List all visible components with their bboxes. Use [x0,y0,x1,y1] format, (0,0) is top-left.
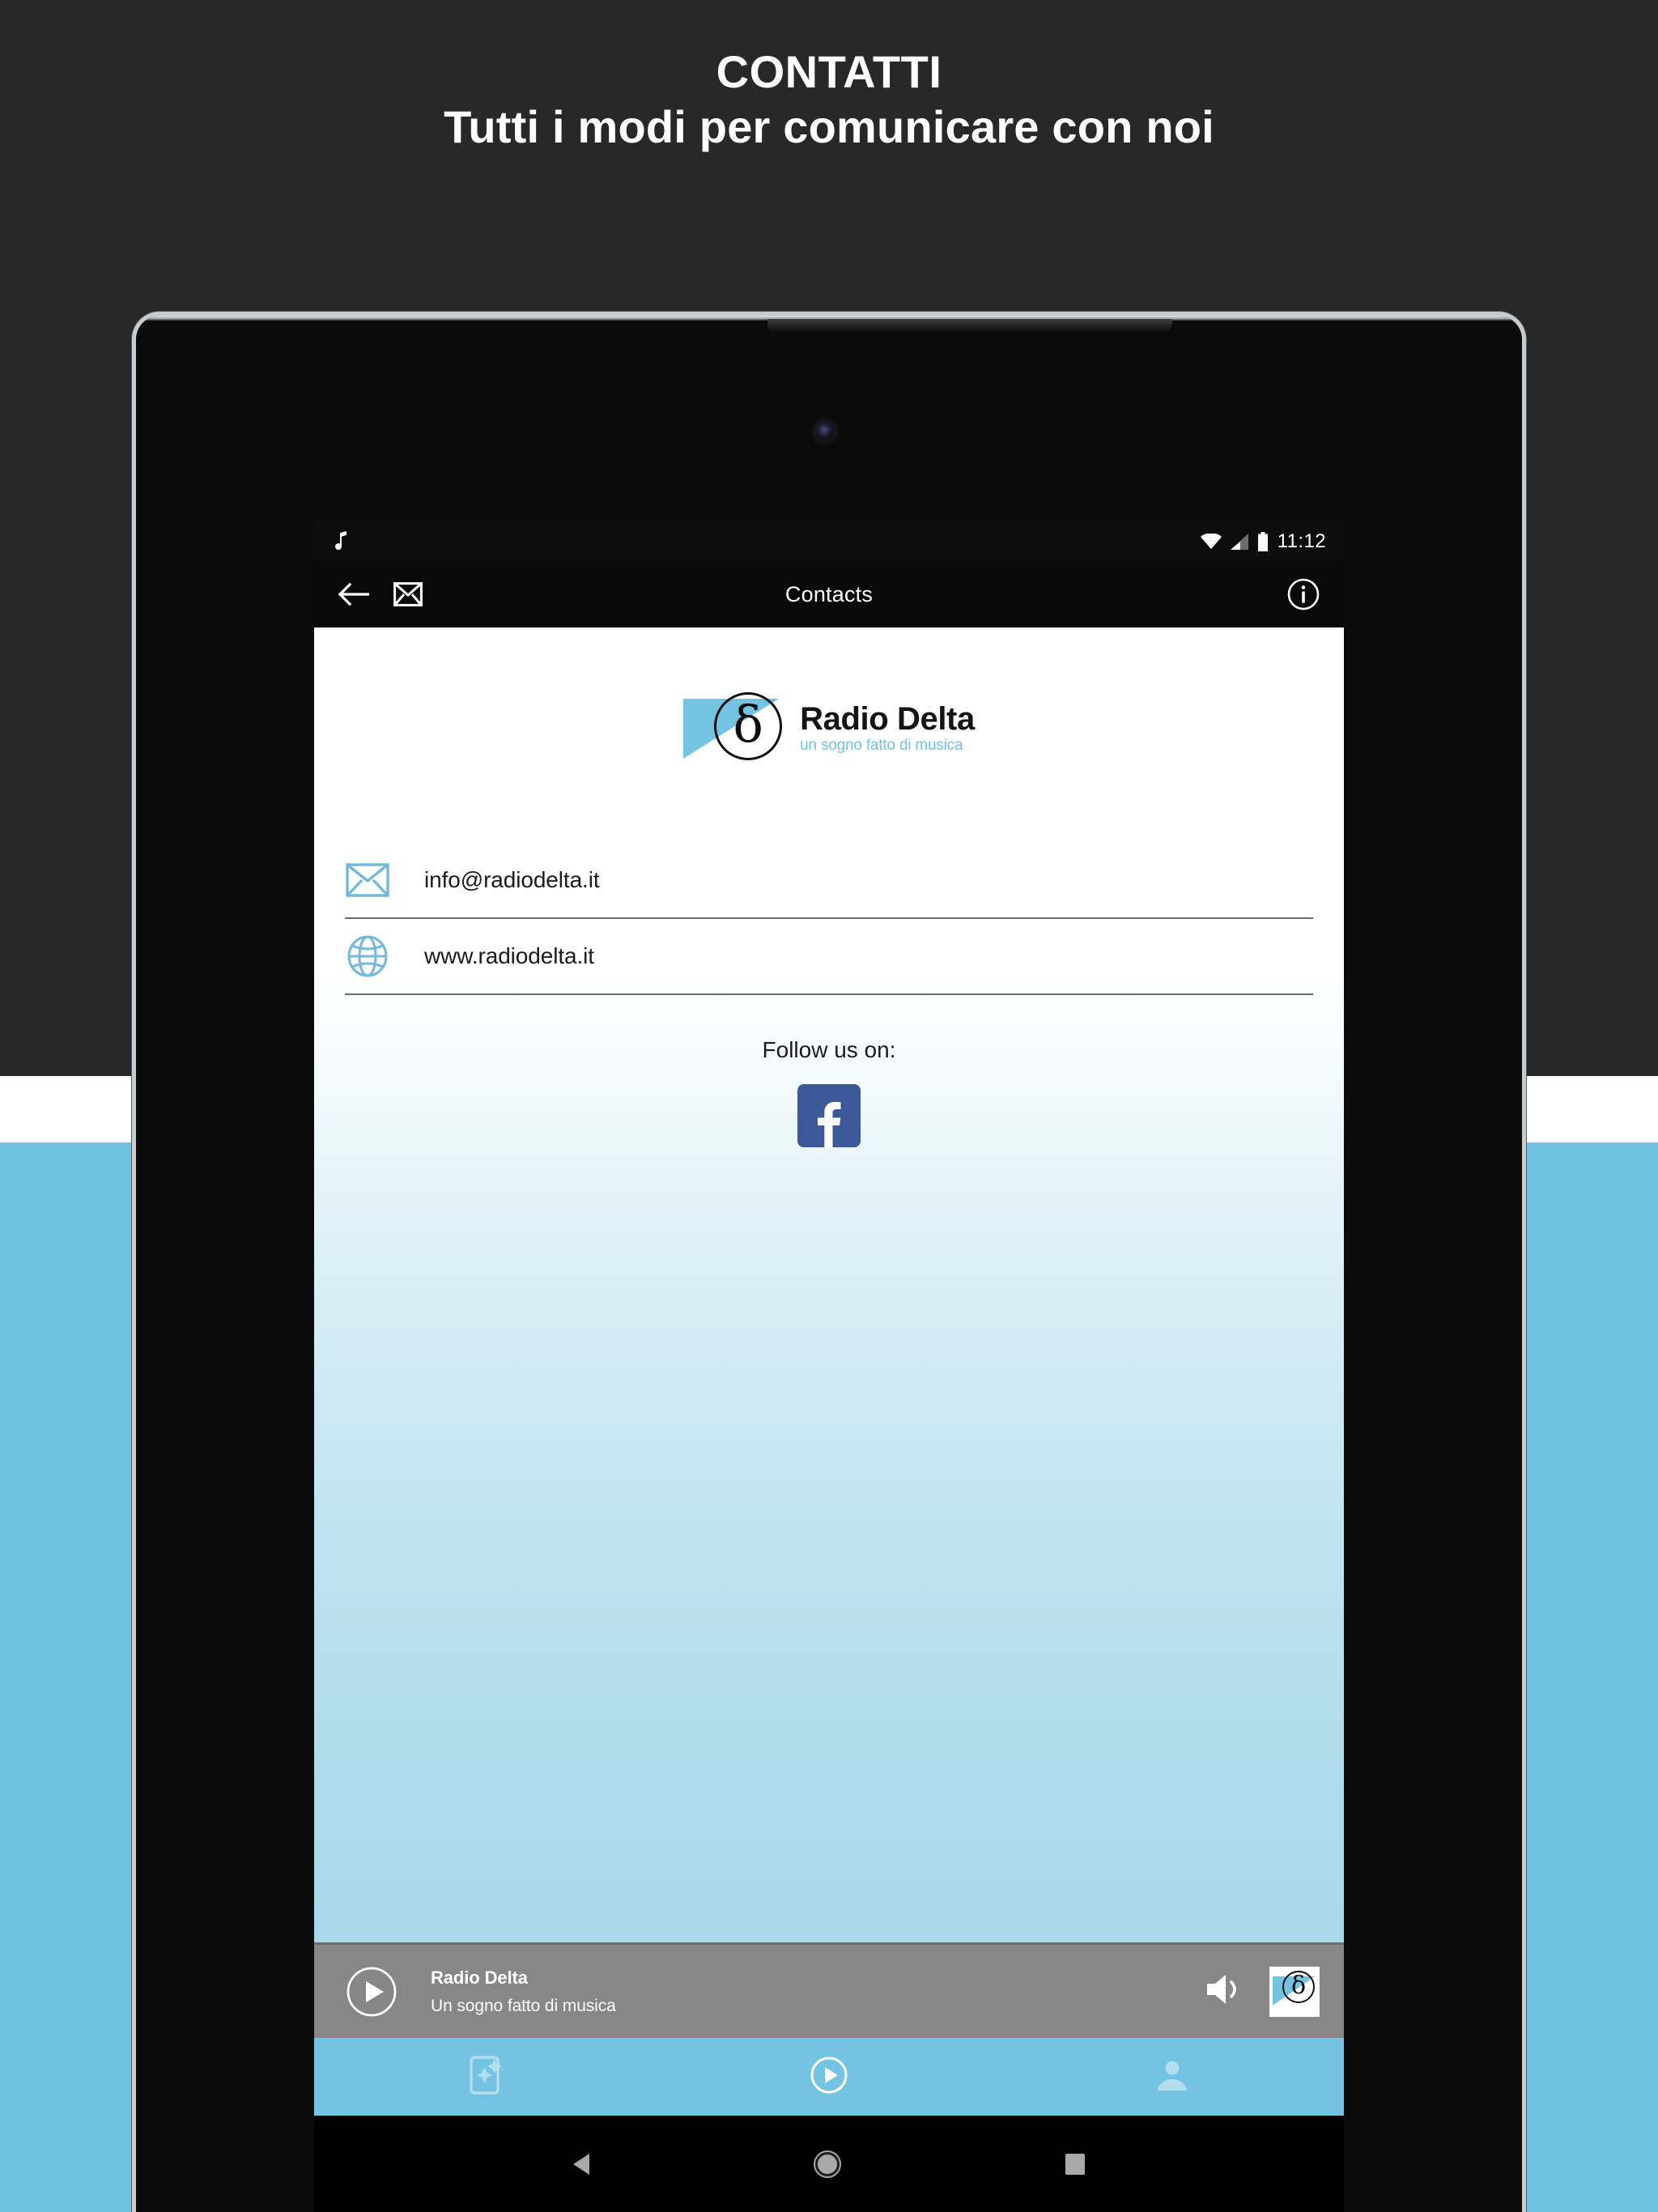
account-person-icon [1154,2057,1191,2098]
play-circle-icon[interactable] [346,1967,397,2017]
radio-delta-logo-text: Radio Delta un sogno fatto di musica [800,702,975,755]
radio-delta-logo-thumb[interactable]: δ [1269,1966,1320,2017]
music-note-icon [332,531,350,552]
player-metadata: Radio Delta Un sogno fatto di musica [431,1967,616,2016]
follow-us-section: Follow us on: [314,1037,1344,1147]
status-bar: 11:12 [314,522,1344,561]
follow-us-label: Follow us on: [762,1037,896,1062]
contact-email-label: info@radiodelta.it [424,867,600,892]
volume-up-icon[interactable] [1205,1972,1245,2011]
status-bar-left [332,531,350,552]
android-home-icon[interactable] [814,2151,840,2176]
player-right-actions: δ [1205,1966,1320,2017]
android-recents-icon[interactable] [1065,2153,1086,2175]
android-back-icon[interactable] [572,2153,589,2175]
contact-row-email[interactable]: info@radiodelta.it [345,843,1313,919]
status-bar-clock: 11:12 [1277,530,1326,552]
android-navigation-bar [314,2116,1344,2212]
app-toolbar: Contacts [314,561,1344,627]
news-article-icon [468,2054,504,2100]
android-back-triangle [572,2153,589,2175]
promo-title: CONTATTI [716,46,942,97]
envelope-icon[interactable] [393,582,423,606]
toolbar-title: Contacts [784,581,874,606]
bottom-navigation-bar [314,2038,1344,2116]
toolbar-right-actions [1287,578,1320,610]
logo-tagline: un sogno fatto di musica [800,736,963,754]
app-screen: 11:12 Contacts δ Radio Delta un sogno fa… [314,522,1344,2116]
status-bar-right: 11:12 [1200,530,1326,553]
tablet-bezel-notch [767,319,1172,332]
contact-list: info@radiodelta.it www.radiodelta.it [314,843,1344,995]
delta-circle-shape: δ [714,692,783,760]
promo-subtitle: Tutti i modi per comunicare con noi [444,100,1214,152]
bottom-nav-item-account[interactable] [1001,2057,1344,2098]
bottom-nav-item-news[interactable] [314,2054,657,2100]
bottom-nav-item-player[interactable] [657,2056,1001,2099]
player-track-title: Radio Delta [431,1967,528,1988]
android-home-circle [814,2151,840,2176]
delta-symbol: δ [733,695,763,754]
android-recents-square [1065,2153,1086,2175]
contact-row-website[interactable]: www.radiodelta.it [345,919,1313,995]
contact-website-label: www.radiodelta.it [424,943,594,968]
radio-delta-logo-mark: δ [683,691,787,765]
contacts-content: δ Radio Delta un sogno fatto di musica i… [314,627,1344,1942]
logo-brand-name: Radio Delta [800,700,975,737]
wifi-icon [1200,534,1222,550]
thumb-delta-symbol: δ [1290,1971,1307,2000]
facebook-icon[interactable] [797,1084,861,1147]
globe-icon [345,935,390,977]
thumb-circle-shape: δ [1282,1970,1315,2003]
info-circle-icon[interactable] [1287,578,1320,610]
arrow-back-icon[interactable] [338,582,369,606]
promo-headline: CONTATTI Tutti i modi per comunicare con… [0,46,1658,157]
front-camera-icon [816,423,834,440]
radio-delta-logo: δ Radio Delta un sogno fatto di musica [314,627,1344,765]
play-circle-icon [810,2056,848,2099]
cellular-signal-icon [1230,534,1248,550]
player-track-subtitle: Un sogno fatto di musica [431,1996,616,2015]
battery-icon [1257,532,1269,551]
mini-player-bar: Radio Delta Un sogno fatto di musica δ [314,1942,1344,2038]
envelope-icon [345,863,390,897]
toolbar-left-actions [338,582,423,606]
